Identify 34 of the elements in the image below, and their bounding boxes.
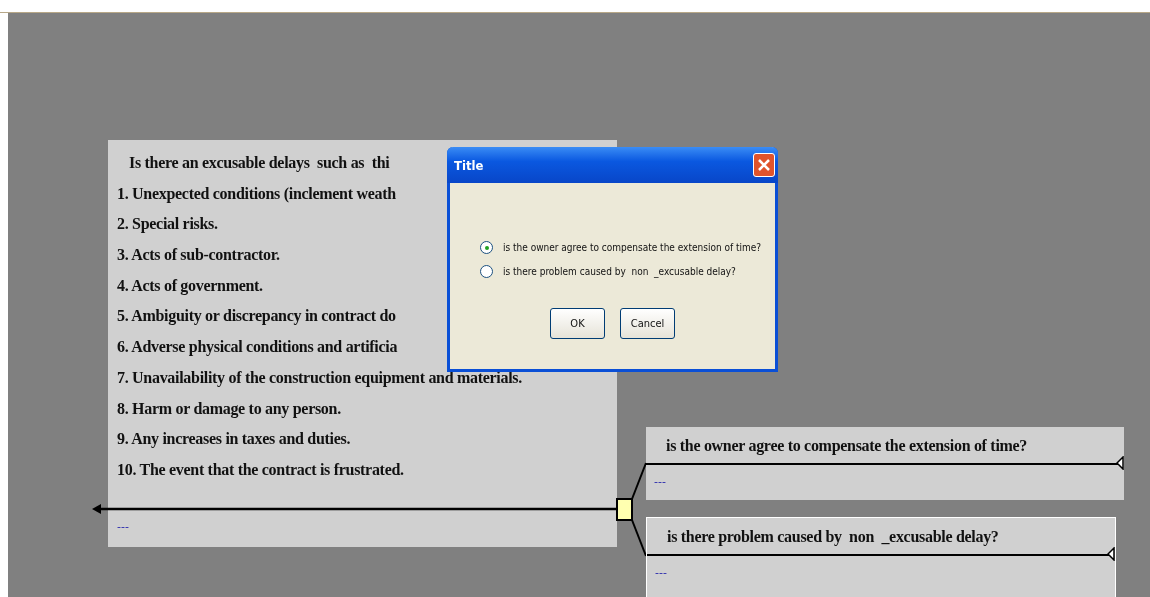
node-text-line: 1. Unexpected conditions (inclement weath (117, 183, 396, 205)
connector-line (631, 519, 647, 557)
connector-line (631, 462, 647, 500)
node-text-line: 2. Special risks. (117, 214, 218, 235)
node-text-line: 9. Any increases in taxes and duties. (117, 429, 351, 450)
close-icon (757, 158, 771, 172)
branch-note: --- (655, 566, 667, 579)
branch-title: is the owner agree to compensate the extension of time? (665, 436, 1028, 457)
radio-button[interactable] (480, 265, 493, 278)
option-label: is the owner agree to compensate the extension of time? (503, 242, 762, 253)
branch-node[interactable]: is there problem caused by non _excusable delay? --- (646, 517, 1116, 597)
node-note: --- (117, 520, 129, 533)
dialog-button[interactable]: Cancel (620, 308, 675, 339)
node-text-line: 3. Acts of sub-contractor. (117, 245, 280, 266)
option-label: is there problem caused by non _excusable delay? (503, 266, 736, 277)
close-button[interactable] (753, 153, 775, 177)
radio-option[interactable]: is the owner agree to compensate the extension of time? (480, 241, 762, 254)
node-text-line: 7. Unavailability of the construction equipment and materials. (117, 367, 522, 389)
dialog-button[interactable]: OK (550, 308, 605, 339)
branch-note: --- (654, 475, 666, 488)
node-text-line: 10. The event that the contract is frustrated. (117, 459, 404, 480)
triangle-icon (1116, 456, 1124, 470)
decision-square-node[interactable] (616, 498, 633, 521)
node-text-line: Is there an excusable delays such as thi (129, 153, 390, 174)
node-text-line: 8. Harm or damage to any person. (117, 398, 341, 420)
radio-button[interactable] (480, 241, 493, 254)
branch-node[interactable]: is the owner agree to compensate the extension of time? --- (646, 427, 1124, 500)
radio-option[interactable]: is there problem caused by non _excusable delay? (480, 265, 736, 278)
branch-title: is there problem caused by non _excusable delay? (666, 527, 999, 548)
dialog-title: Title (454, 157, 484, 173)
node-text-line: 6. Adverse physical conditions and artificia (117, 337, 398, 358)
node-text-line: 5. Ambiguity or discrepancy in contract do (117, 306, 396, 327)
triangle-icon (1107, 547, 1115, 561)
node-text-line: 4. Acts of government. (117, 275, 263, 297)
